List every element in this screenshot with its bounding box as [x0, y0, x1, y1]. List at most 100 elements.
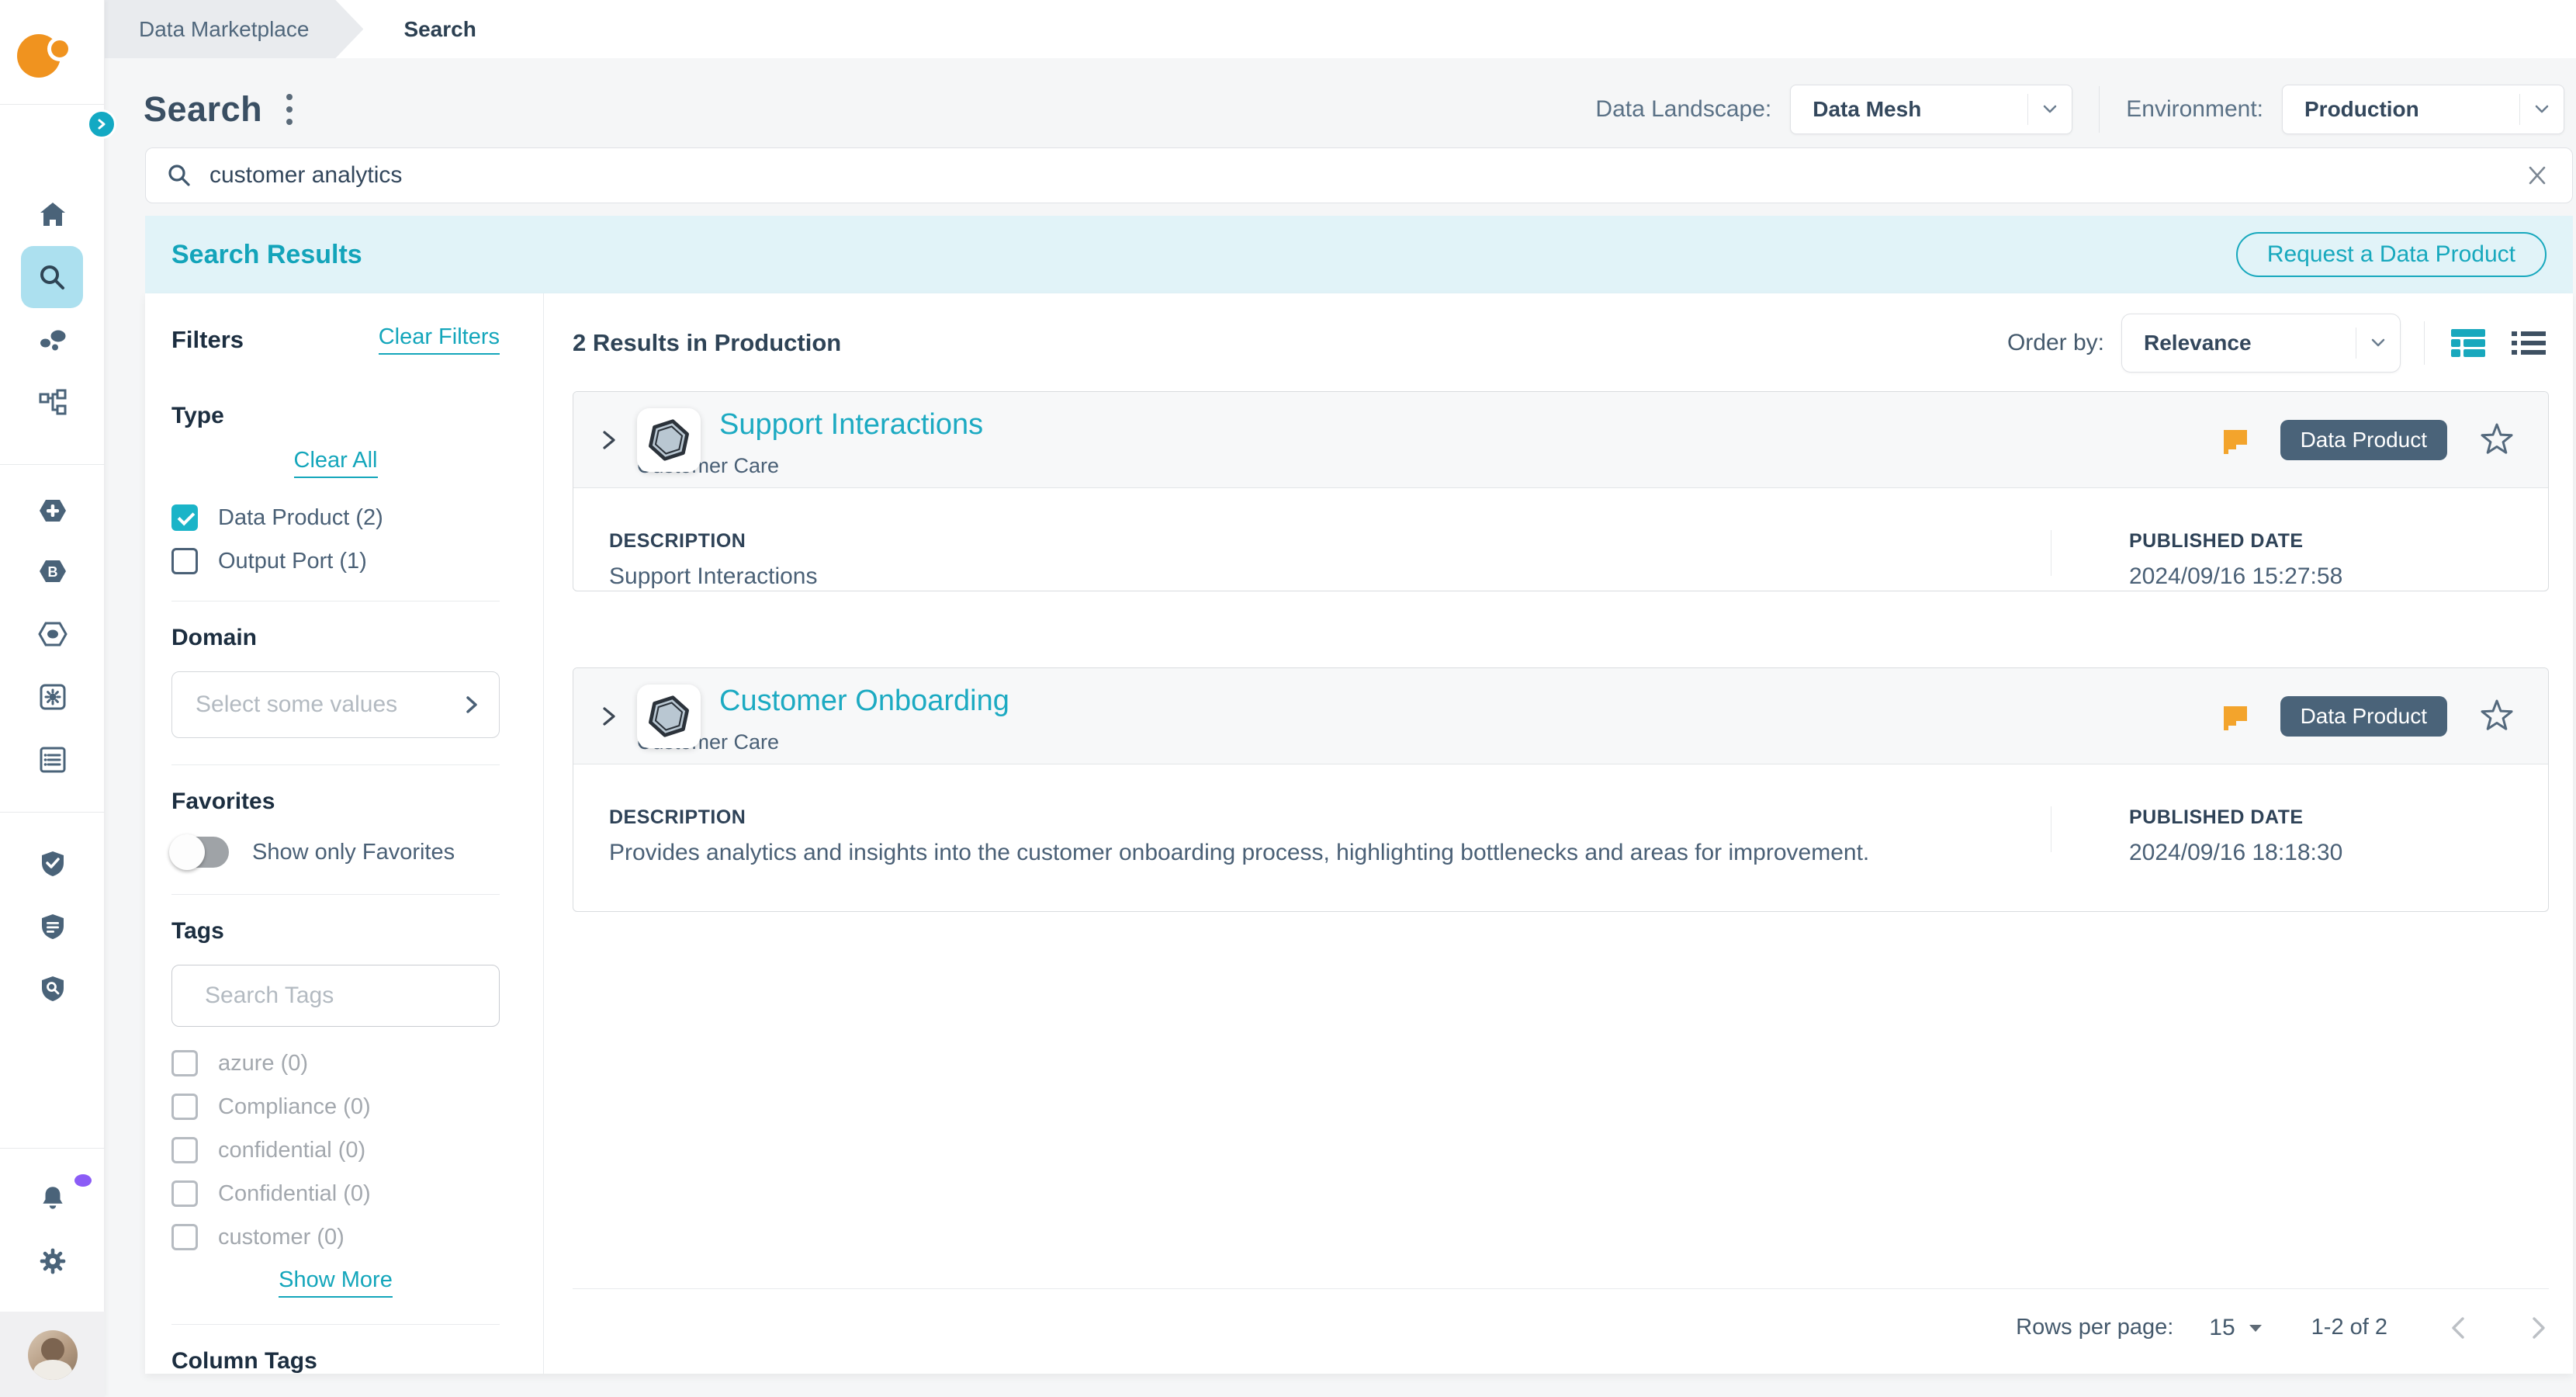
divider — [2424, 321, 2425, 365]
chevron-right-icon — [600, 705, 618, 728]
tag-option-confidential-lower[interactable]: confidential (0) — [171, 1137, 500, 1163]
card-view-toggle[interactable] — [2448, 325, 2488, 361]
flag-button[interactable] — [2217, 424, 2249, 456]
results-count: 2 Results in Production — [573, 329, 841, 357]
hexagon-plus-icon — [37, 496, 68, 525]
notification-dot — [74, 1174, 92, 1187]
sidebar-expand-button[interactable] — [87, 109, 116, 139]
divider — [171, 894, 500, 895]
sidebar-item-box-gear[interactable] — [0, 666, 105, 728]
sidebar-item-shield-check[interactable] — [0, 833, 105, 895]
result-title-link[interactable]: Support Interactions — [719, 408, 983, 442]
sidebar-item-shield-search[interactable] — [0, 958, 105, 1020]
checkbox-unchecked[interactable] — [171, 1094, 198, 1120]
favorites-section-heading: Favorites — [171, 789, 500, 815]
checkbox-unchecked[interactable] — [171, 1180, 198, 1207]
tag-option-confidential-upper[interactable]: Confidential (0) — [171, 1180, 500, 1207]
box-list-icon — [38, 745, 68, 775]
clear-all-link[interactable]: Clear All — [294, 448, 378, 478]
sidebar-item-box-list[interactable] — [0, 729, 105, 791]
sidebar-item-hexagon-b[interactable]: B — [0, 540, 105, 602]
divider — [0, 464, 105, 465]
domain-select[interactable]: Select some values — [171, 671, 500, 738]
sidebar-item-shield-lines[interactable] — [0, 896, 105, 958]
pagination-range: 1-2 of 2 — [2311, 1315, 2387, 1340]
favorite-star-button[interactable] — [2478, 698, 2515, 735]
gear-icon — [37, 1246, 68, 1277]
published-date-value: 2024/09/16 18:18:30 — [2129, 840, 2548, 866]
divider — [171, 1324, 500, 1325]
domain-section-heading: Domain — [171, 625, 500, 651]
tag-option-azure[interactable]: azure (0) — [171, 1050, 500, 1076]
chevron-down-icon — [2370, 338, 2386, 348]
toggle-knob — [169, 834, 205, 870]
banner-title: Search Results — [171, 240, 362, 270]
tag-option-compliance[interactable]: Compliance (0) — [171, 1094, 500, 1120]
sidebar-item-hexagon-eye[interactable] — [0, 603, 105, 665]
sidebar-item-search[interactable] — [21, 246, 83, 308]
tags-section-heading: Tags — [171, 918, 500, 945]
shield-search-icon — [38, 974, 68, 1004]
hexagon-eye-icon — [37, 619, 68, 649]
next-page-button[interactable] — [2529, 1314, 2549, 1342]
result-card-header: Customer Onboarding Customer Care Data P… — [573, 668, 2548, 764]
caret-down-icon — [2248, 1323, 2263, 1333]
result-card-body: DESCRIPTION Support Interactions PUBLISH… — [573, 488, 2548, 590]
description-label: DESCRIPTION — [609, 530, 2051, 553]
notifications-button[interactable] — [0, 1168, 105, 1230]
sidebar-item-hexagon-plus[interactable] — [0, 480, 105, 542]
environment-select[interactable]: Production — [2282, 85, 2564, 134]
result-title-link[interactable]: Customer Onboarding — [719, 685, 1009, 718]
show-more-link[interactable]: Show More — [279, 1267, 393, 1298]
page-menu-button[interactable] — [284, 92, 295, 127]
search-input[interactable] — [209, 162, 2522, 189]
flag-button[interactable] — [2217, 700, 2249, 733]
rows-per-page-select[interactable]: 15 — [2209, 1315, 2263, 1341]
clear-search-button[interactable] — [2522, 159, 2552, 192]
checkbox-checked[interactable] — [171, 504, 198, 531]
search-icon — [36, 262, 68, 293]
divider — [0, 1148, 105, 1149]
filter-option-data-product[interactable]: Data Product (2) — [171, 504, 500, 531]
description-text: Support Interactions — [609, 563, 2051, 590]
favorites-toggle-label: Show only Favorites — [252, 840, 455, 865]
previous-page-button[interactable] — [2448, 1314, 2468, 1342]
avatar-body — [33, 1360, 72, 1380]
published-date-value: 2024/09/16 15:27:58 — [2129, 563, 2548, 590]
sidebar-item-home[interactable] — [0, 184, 105, 246]
checkbox-unchecked[interactable] — [171, 1224, 198, 1250]
order-by-select[interactable]: Relevance — [2121, 314, 2401, 373]
published-date-label: PUBLISHED DATE — [2129, 530, 2548, 553]
tag-option-customer[interactable]: customer (0) — [171, 1224, 500, 1250]
settings-button[interactable] — [0, 1230, 105, 1292]
type-badge: Data Product — [2280, 696, 2447, 737]
breadcrumb-root-tab[interactable]: Data Marketplace — [105, 0, 363, 58]
data-product-icon-box — [637, 408, 701, 472]
favorites-toggle[interactable] — [171, 837, 229, 868]
tags-search-input[interactable] — [205, 983, 504, 1009]
search-results-banner: Search Results Request a Data Product — [145, 216, 2573, 293]
expand-card-button[interactable] — [600, 705, 618, 728]
flag-icon — [2217, 424, 2249, 456]
checkbox-unchecked[interactable] — [171, 1050, 198, 1076]
chevron-right-icon — [465, 695, 479, 715]
avatar[interactable] — [28, 1330, 78, 1380]
hexagon-icon — [646, 694, 691, 739]
sidebar-item-conversations[interactable] — [0, 310, 105, 373]
favorite-star-button[interactable] — [2478, 421, 2515, 459]
result-card: Support Interactions Customer Care Data … — [573, 391, 2549, 591]
filter-option-output-port[interactable]: Output Port (1) — [171, 548, 500, 574]
data-landscape-select[interactable]: Data Mesh — [1790, 85, 2072, 134]
hierarchy-icon — [38, 388, 68, 418]
sidebar-item-hierarchy[interactable] — [0, 372, 105, 434]
bell-icon — [37, 1184, 68, 1215]
conversations-icon — [38, 327, 68, 356]
request-data-product-button[interactable]: Request a Data Product — [2236, 232, 2547, 277]
list-view-toggle[interactable] — [2508, 325, 2549, 361]
hexagon-icon — [646, 418, 691, 463]
star-icon — [2478, 698, 2515, 735]
checkbox-unchecked[interactable] — [171, 1137, 198, 1163]
checkbox-unchecked[interactable] — [171, 548, 198, 574]
expand-card-button[interactable] — [600, 428, 618, 452]
clear-filters-link[interactable]: Clear Filters — [379, 324, 500, 355]
